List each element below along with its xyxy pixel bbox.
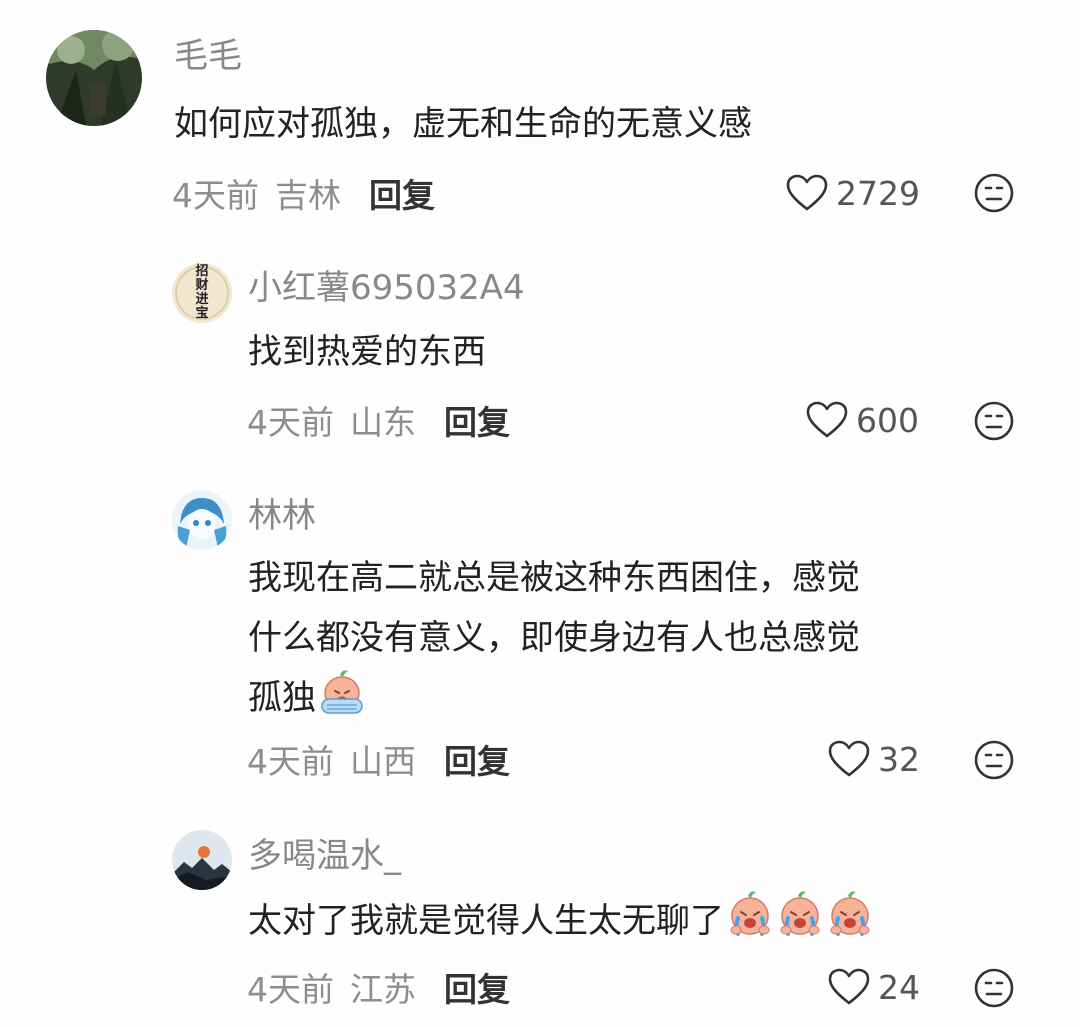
- avatar-image: [172, 490, 232, 550]
- neutral-face-icon[interactable]: [973, 739, 1015, 781]
- reply-button[interactable]: 回复: [444, 735, 510, 783]
- timestamp: 4天前: [247, 970, 334, 1009]
- comment-text: 如何应对孤独，虚无和生命的无意义感: [174, 104, 752, 144]
- comment-meta: 4天前 江苏 回复: [247, 965, 510, 1009]
- reply-comment-2: 林林 我现在高二就总是被这种东西困住，感觉 什么都没有意义，即使身边有人也总感觉…: [0, 480, 1080, 810]
- crying-sticker-icon: [321, 670, 363, 714]
- comment-text-line: 我现在高二就总是被这种东西困住，感觉: [248, 558, 860, 598]
- like-count: 24: [878, 967, 920, 1007]
- comment-meta: 4天前 吉林 回复: [172, 171, 435, 215]
- crying-sticker-icon: [730, 891, 770, 936]
- heart-icon: [828, 740, 870, 777]
- timestamp: 4天前: [247, 742, 334, 781]
- crying-sticker-icon: [830, 891, 870, 936]
- like-button[interactable]: 600: [806, 398, 919, 442]
- like-button[interactable]: 2729: [786, 171, 920, 215]
- comment-text: 找到热爱的东西: [248, 332, 486, 372]
- comment-text: 我现在高二就总是被这种东西困住，感觉 什么都没有意义，即使身边有人也总感觉 孤独: [248, 548, 860, 728]
- heart-icon: [786, 174, 828, 211]
- reply-button[interactable]: 回复: [369, 169, 435, 217]
- username[interactable]: 多喝温水_: [248, 836, 401, 876]
- comment-text-line: 什么都没有意义，即使身边有人也总感觉: [248, 618, 860, 658]
- username[interactable]: 小红薯695032A4: [248, 268, 525, 308]
- username[interactable]: 毛毛: [174, 36, 242, 76]
- avatar-image: [172, 830, 232, 890]
- heart-icon: [828, 968, 870, 1005]
- comment-meta: 4天前 山西 回复: [247, 737, 510, 781]
- crying-sticker-icon: [780, 891, 820, 936]
- avatar-image: [46, 30, 142, 126]
- comment-text-segment: 孤独: [248, 678, 316, 718]
- like-button[interactable]: 24: [828, 965, 920, 1009]
- location: 山西: [350, 742, 416, 781]
- username[interactable]: 林林: [248, 496, 316, 536]
- timestamp: 4天前: [172, 176, 259, 215]
- avatar-text: 招财进宝: [195, 264, 209, 321]
- heart-icon: [806, 401, 848, 438]
- like-count: 2729: [836, 173, 920, 213]
- timestamp: 4天前: [247, 403, 334, 442]
- comment-1: 毛毛 如何应对孤独，虚无和生命的无意义感 4天前 吉林 回复 2729: [0, 0, 1080, 230]
- reply-comment-1: 招财进宝 小红薯695032A4 找到热爱的东西 4天前 山东 回复 600: [0, 230, 1080, 480]
- reply-button[interactable]: 回复: [444, 963, 510, 1011]
- reply-button[interactable]: 回复: [444, 396, 510, 444]
- comment-text: 太对了我就是觉得人生太无聊了: [248, 890, 874, 951]
- comment-text-segment: 太对了我就是觉得人生太无聊了: [248, 901, 724, 941]
- comment-meta: 4天前 山东 回复: [247, 398, 510, 442]
- location: 山东: [350, 403, 416, 442]
- avatar[interactable]: [46, 30, 142, 126]
- neutral-face-icon[interactable]: [973, 400, 1015, 442]
- neutral-face-icon[interactable]: [973, 172, 1015, 214]
- avatar[interactable]: [172, 490, 232, 550]
- location: 吉林: [275, 176, 341, 215]
- like-count: 32: [878, 739, 920, 779]
- like-count: 600: [856, 400, 919, 440]
- like-button[interactable]: 32: [828, 737, 920, 781]
- neutral-face-icon[interactable]: [973, 967, 1015, 1009]
- reply-comment-3: 多喝温水_ 太对了我就是觉得人生太无聊了 4天前 江苏 回复 24: [0, 810, 1080, 1027]
- avatar[interactable]: [172, 830, 232, 890]
- location: 江苏: [350, 970, 416, 1009]
- comment-text-line: 孤独: [248, 668, 860, 728]
